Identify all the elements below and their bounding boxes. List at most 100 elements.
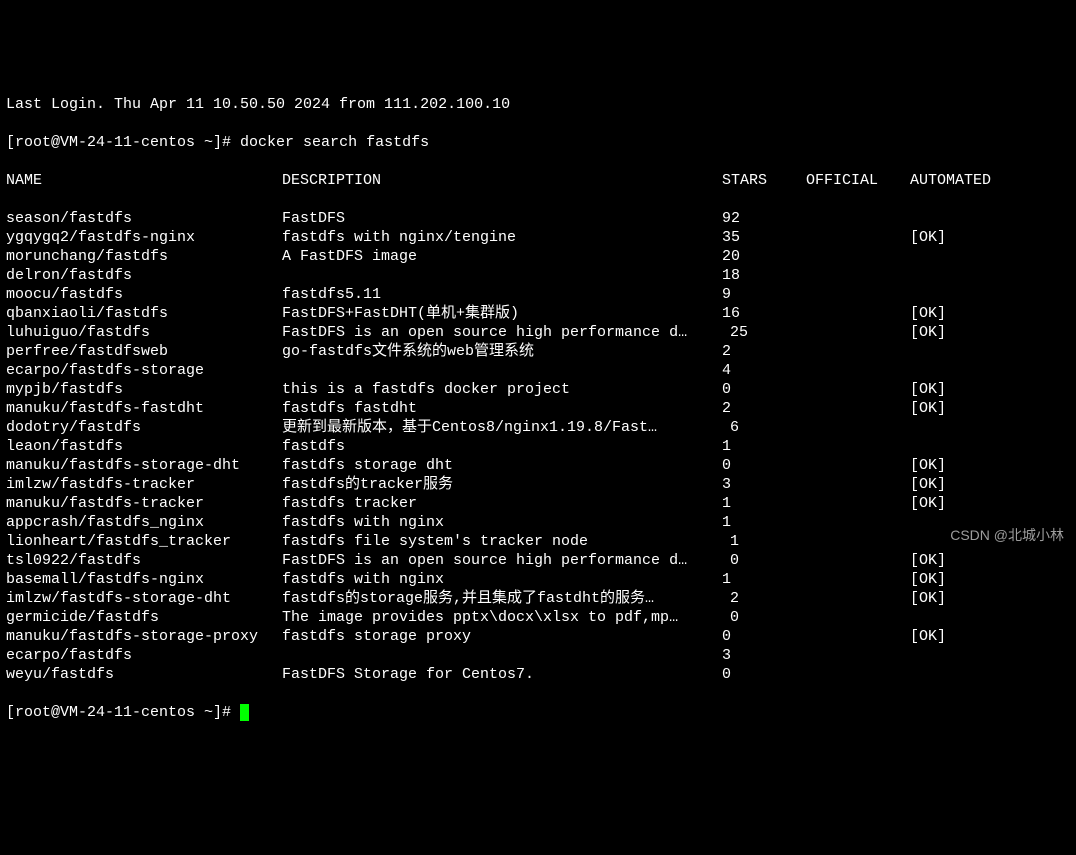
cursor: [240, 704, 249, 721]
cell-stars: 9: [722, 285, 806, 304]
cell-name: appcrash/fastdfs_nginx: [6, 513, 282, 532]
cell-description: [282, 646, 722, 665]
header-description: DESCRIPTION: [282, 171, 722, 190]
cell-name: germicide/fastdfs: [6, 608, 282, 627]
cell-automated: [OK]: [910, 380, 946, 399]
cell-official: [806, 608, 910, 627]
cell-stars: 0: [722, 627, 806, 646]
cell-name: imlzw/fastdfs-storage-dht: [6, 589, 282, 608]
cell-automated: [OK]: [910, 323, 946, 342]
cell-stars: 6: [722, 418, 806, 437]
table-row: moocu/fastdfsfastdfs5.119: [6, 285, 1070, 304]
cell-official: [806, 475, 910, 494]
prompt-line[interactable]: [root@VM-24-11-centos ~]#: [6, 703, 1070, 722]
cell-stars: 3: [722, 646, 806, 665]
cell-description: fastdfs with nginx/tengine: [282, 228, 722, 247]
cell-stars: 0: [722, 665, 806, 684]
table-row: weyu/fastdfsFastDFS Storage for Centos7.…: [6, 665, 1070, 684]
cell-description: fastdfs with nginx: [282, 513, 722, 532]
table-row: germicide/fastdfsThe image provides pptx…: [6, 608, 1070, 627]
cell-official: [806, 399, 910, 418]
cell-stars: 35: [722, 228, 806, 247]
cell-stars: 0: [722, 551, 806, 570]
cell-name: manuku/fastdfs-storage-proxy: [6, 627, 282, 646]
cell-automated: [OK]: [910, 456, 946, 475]
cell-description: FastDFS is an open source high performan…: [282, 323, 722, 342]
cell-description: go-fastdfs文件系统的web管理系统: [282, 342, 722, 361]
table-row: mypjb/fastdfsthis is a fastdfs docker pr…: [6, 380, 1070, 399]
cell-name: season/fastdfs: [6, 209, 282, 228]
cell-official: [806, 266, 910, 285]
cell-description: The image provides pptx\docx\xlsx to pdf…: [282, 608, 722, 627]
table-row: lionheart/fastdfs_trackerfastdfs file sy…: [6, 532, 1070, 551]
cell-automated: [OK]: [910, 570, 946, 589]
cell-official: [806, 361, 910, 380]
table-row: season/fastdfsFastDFS92: [6, 209, 1070, 228]
cell-official: [806, 437, 910, 456]
table-row: ecarpo/fastdfs3: [6, 646, 1070, 665]
cell-official: [806, 589, 910, 608]
cell-description: fastdfs5.11: [282, 285, 722, 304]
cell-name: moocu/fastdfs: [6, 285, 282, 304]
cell-official: [806, 646, 910, 665]
table-row: manuku/fastdfs-fastdhtfastdfs fastdht2[O…: [6, 399, 1070, 418]
cell-description: A FastDFS image: [282, 247, 722, 266]
cell-name: perfree/fastdfsweb: [6, 342, 282, 361]
cell-automated: [OK]: [910, 589, 946, 608]
cell-automated: [OK]: [910, 551, 946, 570]
cell-description: FastDFS+FastDHT(单机+集群版): [282, 304, 722, 323]
cell-description: fastdfs: [282, 437, 722, 456]
cell-name: dodotry/fastdfs: [6, 418, 282, 437]
cell-stars: 2: [722, 342, 806, 361]
cell-official: [806, 513, 910, 532]
cell-stars: 18: [722, 266, 806, 285]
cell-stars: 2: [722, 589, 806, 608]
cell-official: [806, 627, 910, 646]
table-row: manuku/fastdfs-storage-proxyfastdfs stor…: [6, 627, 1070, 646]
cell-name: luhuiguo/fastdfs: [6, 323, 282, 342]
cell-official: [806, 665, 910, 684]
cell-stars: 3: [722, 475, 806, 494]
cell-official: [806, 570, 910, 589]
cell-stars: 1: [722, 513, 806, 532]
cell-name: manuku/fastdfs-storage-dht: [6, 456, 282, 475]
cell-official: [806, 323, 910, 342]
table-row: manuku/fastdfs-storage-dhtfastdfs storag…: [6, 456, 1070, 475]
cell-stars: 92: [722, 209, 806, 228]
cell-description: [282, 266, 722, 285]
terminal-output[interactable]: Last Login. Thu Apr 11 10.50.50 2024 fro…: [6, 76, 1070, 741]
table-row: dodotry/fastdfs更新到最新版本，基于Centos8/nginx1.…: [6, 418, 1070, 437]
cell-description: FastDFS Storage for Centos7.: [282, 665, 722, 684]
cell-stars: 1: [722, 494, 806, 513]
cell-description: [282, 361, 722, 380]
cell-stars: 16: [722, 304, 806, 323]
watermark: CSDN @北城小林: [950, 526, 1064, 545]
table-header: NAME DESCRIPTION STARS OFFICIAL AUTOMATE…: [6, 171, 1070, 190]
cell-stars: 2: [722, 399, 806, 418]
cell-name: manuku/fastdfs-fastdht: [6, 399, 282, 418]
table-row: imlzw/fastdfs-trackerfastdfs的tracker服务3[…: [6, 475, 1070, 494]
cell-automated: [OK]: [910, 627, 946, 646]
cell-stars: 1: [722, 532, 806, 551]
table-row: delron/fastdfs18: [6, 266, 1070, 285]
cell-name: qbanxiaoli/fastdfs: [6, 304, 282, 323]
prompt: [root@VM-24-11-centos ~]#: [6, 704, 240, 721]
table-row: morunchang/fastdfsA FastDFS image20: [6, 247, 1070, 266]
table-row: ygqygq2/fastdfs-nginxfastdfs with nginx/…: [6, 228, 1070, 247]
cell-official: [806, 247, 910, 266]
cell-name: manuku/fastdfs-tracker: [6, 494, 282, 513]
cell-description: fastdfs file system's tracker node: [282, 532, 722, 551]
cell-official: [806, 494, 910, 513]
cell-automated: [OK]: [910, 228, 946, 247]
cell-official: [806, 304, 910, 323]
cell-stars: 0: [722, 380, 806, 399]
table-row: basemall/fastdfs-nginxfastdfs with nginx…: [6, 570, 1070, 589]
cell-official: [806, 532, 910, 551]
cell-official: [806, 551, 910, 570]
cell-description: fastdfs storage dht: [282, 456, 722, 475]
cell-stars: 4: [722, 361, 806, 380]
cell-name: mypjb/fastdfs: [6, 380, 282, 399]
header-automated: AUTOMATED: [910, 171, 991, 190]
command-line: [root@VM-24-11-centos ~]# docker search …: [6, 133, 1070, 152]
cell-official: [806, 418, 910, 437]
